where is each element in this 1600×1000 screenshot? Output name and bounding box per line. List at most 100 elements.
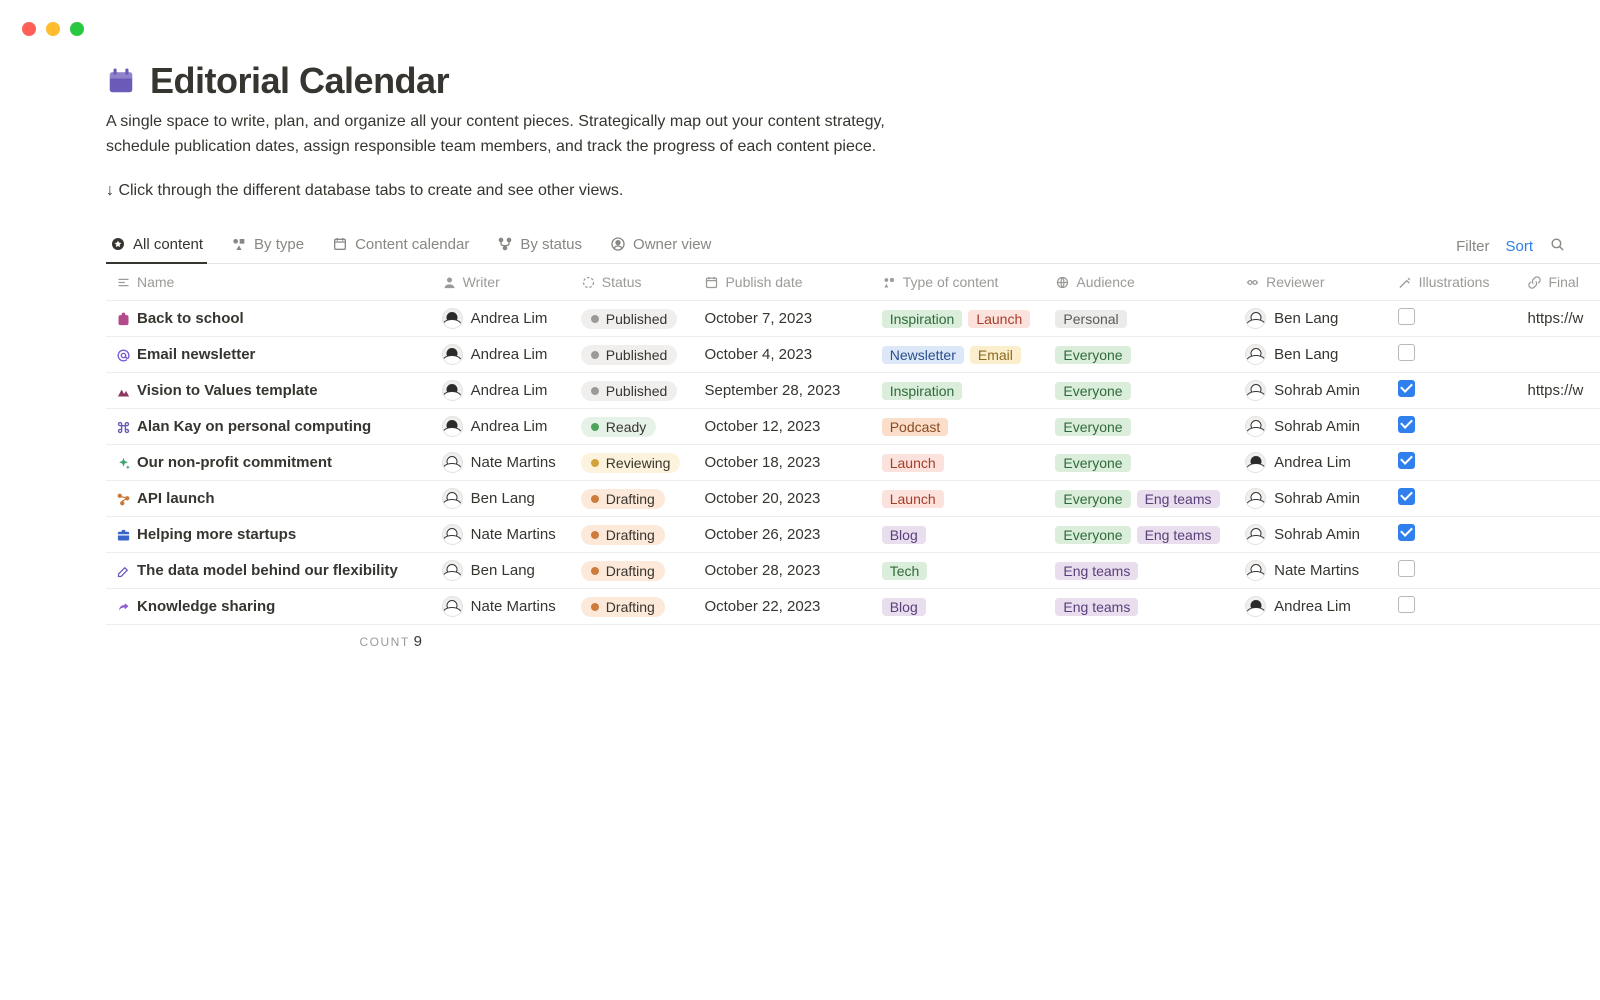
cell-type[interactable]: Launch	[872, 445, 1046, 481]
sort-button[interactable]: Sort	[1505, 238, 1533, 255]
cell-type[interactable]: InspirationLaunch	[872, 301, 1046, 337]
cell-status[interactable]: Published	[571, 301, 695, 337]
cell-type[interactable]: NewsletterEmail	[872, 337, 1046, 373]
cell-illustrations[interactable]	[1388, 481, 1518, 517]
cell-audience[interactable]: EveryoneEng teams	[1045, 517, 1235, 553]
view-tab-by-status[interactable]: By status	[493, 230, 586, 264]
cell-type[interactable]: Blog	[872, 589, 1046, 625]
cell-audience[interactable]: Everyone	[1045, 373, 1235, 409]
cell-writer[interactable]: Nate Martins	[432, 445, 571, 481]
cell-illustrations[interactable]	[1388, 337, 1518, 373]
cell-name[interactable]: API launch	[106, 481, 432, 517]
cell-writer[interactable]: Andrea Lim	[432, 301, 571, 337]
illustrations-checkbox[interactable]	[1398, 596, 1415, 613]
view-tab-all-content[interactable]: All content	[106, 230, 207, 264]
cell-publish-date[interactable]: October 7, 2023	[694, 301, 871, 337]
cell-audience[interactable]: Everyone	[1045, 409, 1235, 445]
cell-name[interactable]: Our non-profit commitment	[106, 445, 432, 481]
cell-writer[interactable]: Andrea Lim	[432, 337, 571, 373]
cell-publish-date[interactable]: October 12, 2023	[694, 409, 871, 445]
cell-type[interactable]: Blog	[872, 517, 1046, 553]
cell-illustrations[interactable]	[1388, 589, 1518, 625]
cell-publish-date[interactable]: October 22, 2023	[694, 589, 871, 625]
cell-status[interactable]: Ready	[571, 409, 695, 445]
illustrations-checkbox[interactable]	[1398, 308, 1415, 325]
cell-status[interactable]: Drafting	[571, 553, 695, 589]
column-header-reviewer[interactable]: Reviewer	[1235, 264, 1388, 301]
cell-final[interactable]	[1517, 517, 1600, 553]
illustrations-checkbox[interactable]	[1398, 380, 1415, 397]
cell-final[interactable]	[1517, 553, 1600, 589]
cell-illustrations[interactable]	[1388, 553, 1518, 589]
cell-writer[interactable]: Nate Martins	[432, 589, 571, 625]
view-tab-owner-view[interactable]: Owner view	[606, 230, 715, 264]
table-row[interactable]: The data model behind our flexibilityBen…	[106, 553, 1600, 589]
cell-status[interactable]: Reviewing	[571, 445, 695, 481]
cell-status[interactable]: Drafting	[571, 517, 695, 553]
cell-reviewer[interactable]: Andrea Lim	[1235, 589, 1388, 625]
cell-status[interactable]: Published	[571, 337, 695, 373]
cell-status[interactable]: Published	[571, 373, 695, 409]
cell-final[interactable]	[1517, 409, 1600, 445]
table-row[interactable]: API launchBen LangDraftingOctober 20, 20…	[106, 481, 1600, 517]
column-header-status[interactable]: Status	[571, 264, 695, 301]
cell-publish-date[interactable]: October 26, 2023	[694, 517, 871, 553]
minimize-window-button[interactable]	[46, 22, 60, 36]
cell-publish-date[interactable]: September 28, 2023	[694, 373, 871, 409]
cell-reviewer[interactable]: Sohrab Amin	[1235, 517, 1388, 553]
table-row[interactable]: Back to schoolAndrea LimPublishedOctober…	[106, 301, 1600, 337]
cell-audience[interactable]: Eng teams	[1045, 589, 1235, 625]
cell-illustrations[interactable]	[1388, 301, 1518, 337]
cell-illustrations[interactable]	[1388, 373, 1518, 409]
cell-writer[interactable]: Andrea Lim	[432, 373, 571, 409]
cell-name[interactable]: Email newsletter	[106, 337, 432, 373]
column-header-audience[interactable]: Audience	[1045, 264, 1235, 301]
column-header-final[interactable]: Final	[1517, 264, 1600, 301]
column-header-name[interactable]: Name	[106, 264, 432, 301]
table-row[interactable]: Knowledge sharingNate MartinsDraftingOct…	[106, 589, 1600, 625]
cell-illustrations[interactable]	[1388, 517, 1518, 553]
table-row[interactable]: Email newsletterAndrea LimPublishedOctob…	[106, 337, 1600, 373]
column-header-writer[interactable]: Writer	[432, 264, 571, 301]
cell-final[interactable]: https://w	[1517, 373, 1600, 409]
cell-audience[interactable]: Everyone	[1045, 445, 1235, 481]
cell-publish-date[interactable]: October 20, 2023	[694, 481, 871, 517]
table-row[interactable]: Alan Kay on personal computingAndrea Lim…	[106, 409, 1600, 445]
cell-audience[interactable]: EveryoneEng teams	[1045, 481, 1235, 517]
view-tab-content-calendar[interactable]: Content calendar	[328, 230, 473, 264]
cell-final[interactable]	[1517, 337, 1600, 373]
view-tab-by-type[interactable]: By type	[227, 230, 308, 264]
cell-writer[interactable]: Nate Martins	[432, 517, 571, 553]
column-header-publish-date[interactable]: Publish date	[694, 264, 871, 301]
cell-publish-date[interactable]: October 4, 2023	[694, 337, 871, 373]
cell-publish-date[interactable]: October 18, 2023	[694, 445, 871, 481]
cell-name[interactable]: Back to school	[106, 301, 432, 337]
table-row[interactable]: Our non-profit commitmentNate MartinsRev…	[106, 445, 1600, 481]
cell-illustrations[interactable]	[1388, 445, 1518, 481]
maximize-window-button[interactable]	[70, 22, 84, 36]
cell-reviewer[interactable]: Sohrab Amin	[1235, 373, 1388, 409]
cell-audience[interactable]: Everyone	[1045, 337, 1235, 373]
cell-audience[interactable]: Eng teams	[1045, 553, 1235, 589]
cell-type[interactable]: Tech	[872, 553, 1046, 589]
close-window-button[interactable]	[22, 22, 36, 36]
cell-name[interactable]: Helping more startups	[106, 517, 432, 553]
cell-writer[interactable]: Ben Lang	[432, 481, 571, 517]
cell-final[interactable]: https://w	[1517, 301, 1600, 337]
illustrations-checkbox[interactable]	[1398, 560, 1415, 577]
cell-publish-date[interactable]: October 28, 2023	[694, 553, 871, 589]
cell-type[interactable]: Launch	[872, 481, 1046, 517]
column-header-type[interactable]: Type of content	[872, 264, 1046, 301]
cell-reviewer[interactable]: Nate Martins	[1235, 553, 1388, 589]
cell-reviewer[interactable]: Ben Lang	[1235, 301, 1388, 337]
column-header-illustrations[interactable]: Illustrations	[1388, 264, 1518, 301]
cell-status[interactable]: Drafting	[571, 589, 695, 625]
cell-audience[interactable]: Personal	[1045, 301, 1235, 337]
illustrations-checkbox[interactable]	[1398, 416, 1415, 433]
table-row[interactable]: Vision to Values templateAndrea LimPubli…	[106, 373, 1600, 409]
cell-illustrations[interactable]	[1388, 409, 1518, 445]
table-row[interactable]: Helping more startupsNate MartinsDraftin…	[106, 517, 1600, 553]
cell-status[interactable]: Drafting	[571, 481, 695, 517]
cell-type[interactable]: Podcast	[872, 409, 1046, 445]
cell-reviewer[interactable]: Sohrab Amin	[1235, 409, 1388, 445]
